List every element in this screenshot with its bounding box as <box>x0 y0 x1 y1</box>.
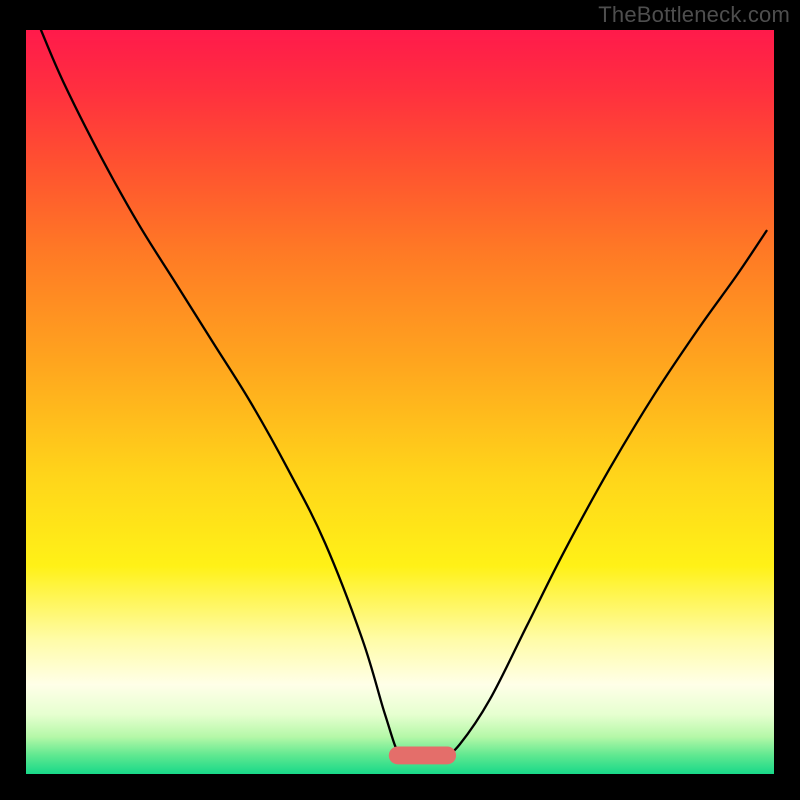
plot-background <box>26 30 774 774</box>
bottleneck-marker <box>389 746 456 764</box>
chart-frame: TheBottleneck.com <box>0 0 800 800</box>
watermark-text: TheBottleneck.com <box>598 2 790 28</box>
bottleneck-chart <box>0 0 800 800</box>
